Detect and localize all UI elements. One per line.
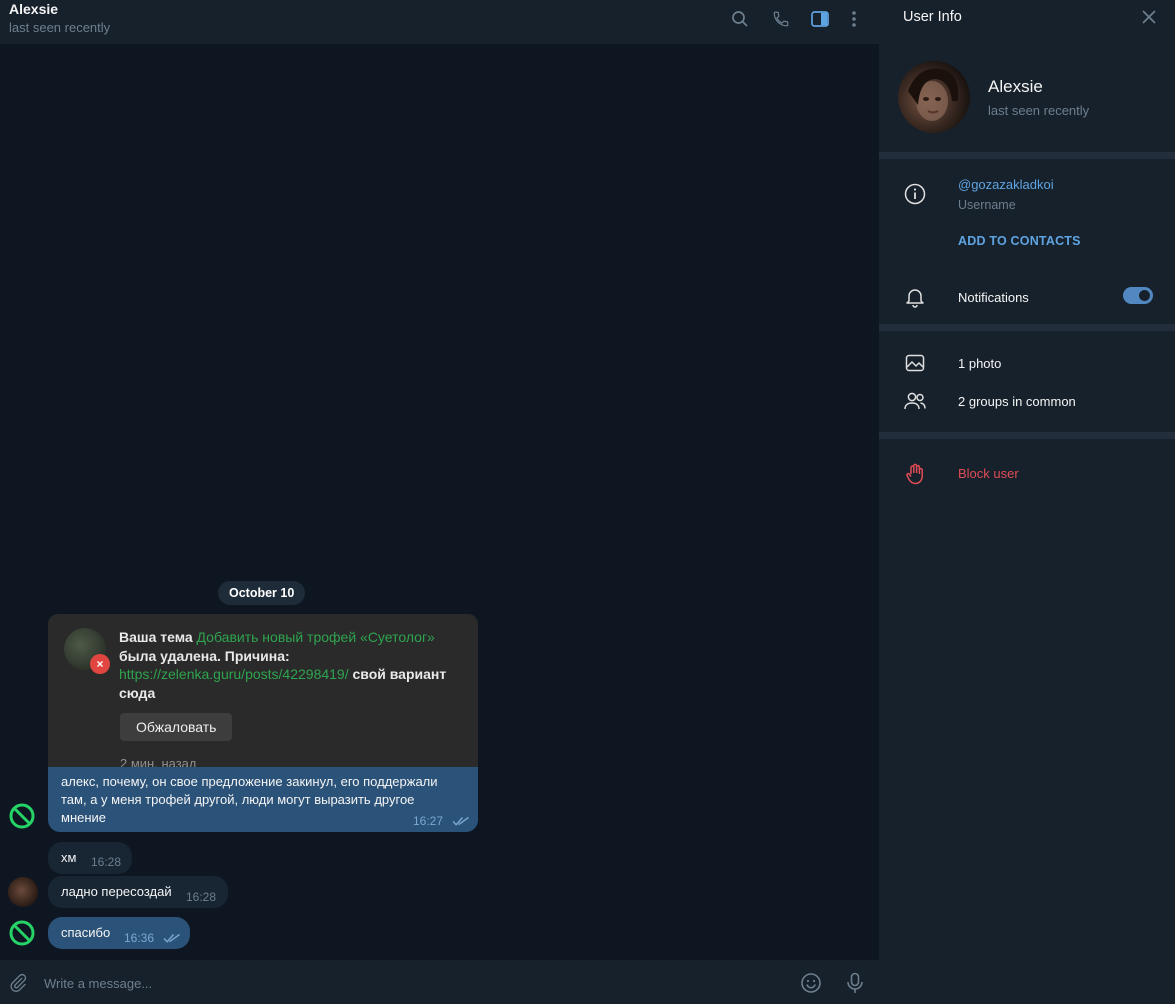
blocked-avatar-icon [9,920,35,946]
message-composer [0,960,879,1004]
toggle-knob [1137,288,1152,303]
hand-stop-icon [903,462,927,486]
sidebar-toggle-icon[interactable] [808,7,832,31]
groups-icon [903,389,927,413]
message-time: 16:28 [91,855,122,869]
date-divider: October 10 [218,581,306,605]
message-text: спасибо [61,925,111,940]
message-incoming[interactable]: ладно пересоздай 16:28 [48,876,228,908]
message-outgoing[interactable]: алекс, почему, он свое предложение закин… [48,767,478,832]
message-input[interactable] [44,972,744,994]
blocked-avatar-icon [9,803,35,829]
profile-status: last seen recently [988,103,1090,118]
phone-icon[interactable] [769,7,793,31]
username-label: Username [958,198,1016,212]
message-image[interactable]: × Ваша тема Добавить новый трофей «Суето… [48,614,478,768]
notification-prefix: Ваша тема [119,629,197,645]
message-time: 16:27 [413,814,444,828]
more-vertical-icon[interactable] [842,7,866,31]
chat-status: last seen recently [9,20,111,35]
close-badge-icon: × [90,654,110,674]
photos-count[interactable]: 1 photo [958,356,1001,371]
block-user-button[interactable]: Block user [958,466,1019,481]
emoji-icon[interactable] [799,971,823,995]
message-text: хм [61,850,77,865]
section-divider [879,152,1175,159]
close-icon[interactable] [1137,5,1161,29]
app-window: Alexsie last seen recently October 10 × … [0,0,1175,1004]
info-icon [903,182,927,206]
bell-icon [903,285,927,309]
chat-title[interactable]: Alexsie [9,1,58,17]
profile-name: Alexsie [988,77,1043,96]
topic-link[interactable]: Добавить новый трофей «Суетолог» [197,629,435,645]
message-text: алекс, почему, он свое предложение закин… [61,774,438,825]
username-link[interactable]: @gozazakladkoi [958,177,1054,192]
microphone-icon[interactable] [843,971,867,995]
notifications-toggle[interactable] [1123,287,1153,304]
double-check-icon [452,816,469,826]
search-icon[interactable] [728,7,752,31]
profile-avatar[interactable] [898,61,970,133]
groups-in-common[interactable]: 2 groups in common [958,394,1076,409]
chat-header: Alexsie last seen recently [0,0,879,44]
notification-middle: была удалена. Причина: [119,647,290,664]
double-check-icon [163,933,180,943]
attach-icon[interactable] [6,971,30,995]
notifications-label: Notifications [958,290,1029,305]
photo-icon [903,351,927,375]
panel-title: User Info [903,9,962,25]
add-to-contacts-button[interactable]: ADD TO CONTACTS [958,234,1081,248]
chat-area: Alexsie last seen recently October 10 × … [0,0,879,1004]
reason-link[interactable]: https://zelenka.guru/posts/42298419/ [119,666,349,682]
section-divider [879,432,1175,439]
avatar[interactable] [8,877,38,907]
message-time: 16:36 [124,931,155,945]
message-time: 16:28 [186,890,217,904]
appeal-button: Обжаловать [120,713,233,741]
message-outgoing[interactable]: спасибо 16:36 [48,917,190,949]
notification-text: Ваша тема Добавить новый трофей «Суетоло… [119,628,469,702]
message-incoming[interactable]: хм 16:28 [48,842,132,874]
message-text: ладно пересоздай [61,884,172,899]
section-divider [879,324,1175,331]
user-info-panel: User Info Alexsie last seen recently @go… [879,0,1175,1004]
